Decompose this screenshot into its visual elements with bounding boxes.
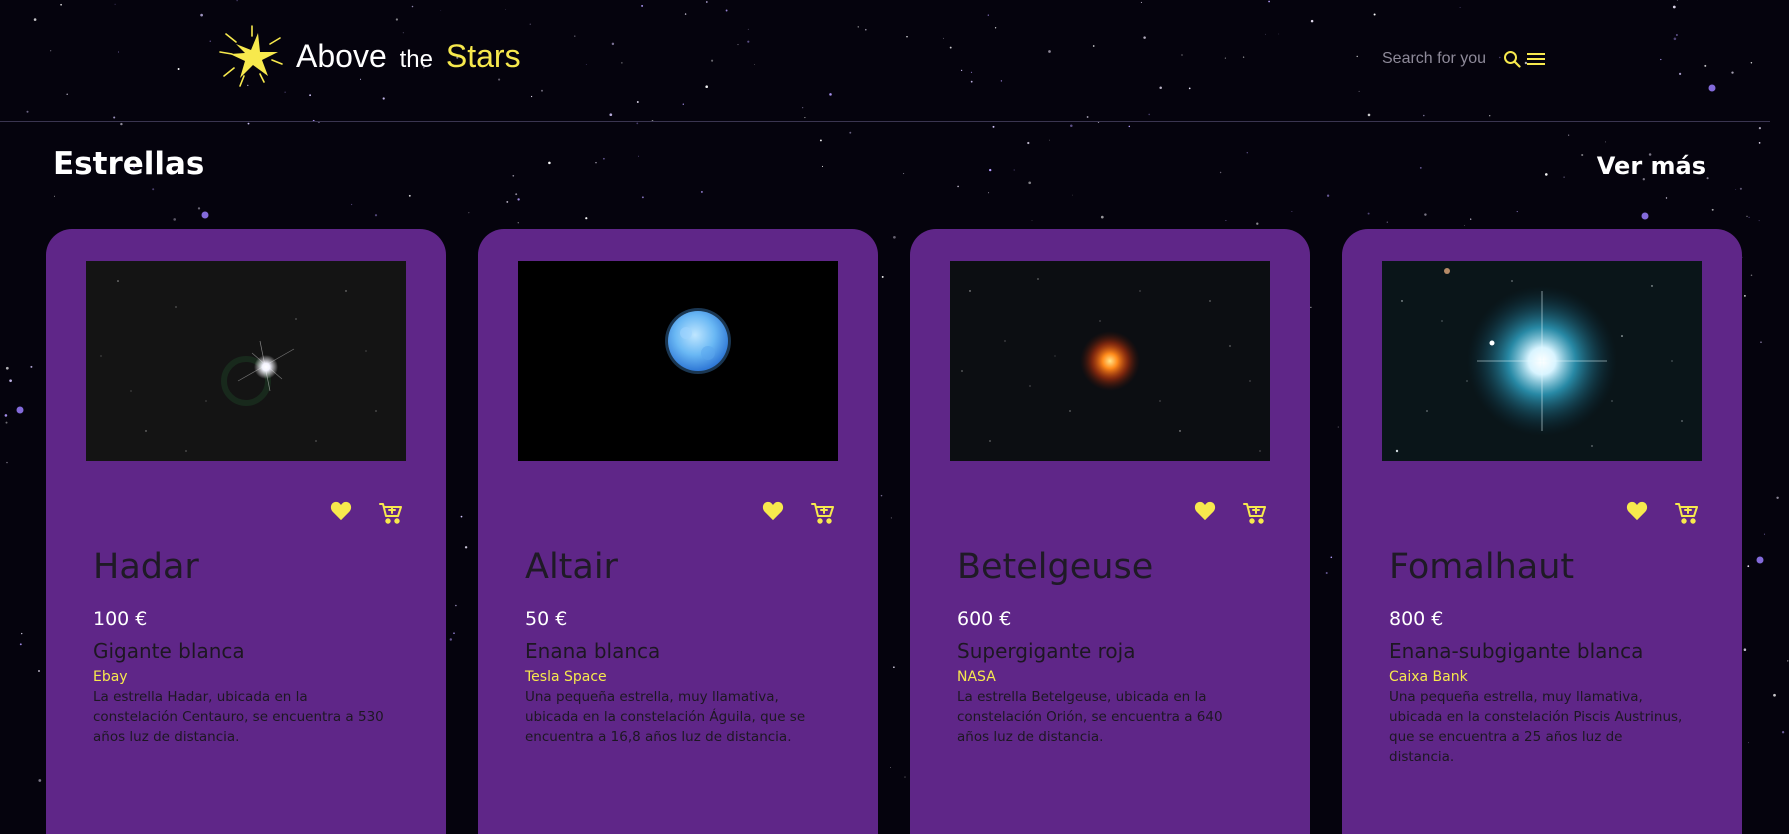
card-description: Una pequeña estrella, muy llamativa, ubi…	[525, 689, 806, 745]
card-seller: Tesla Space	[525, 669, 607, 685]
heart-icon[interactable]	[330, 501, 352, 525]
product-card-hadar[interactable]: Hadar 100 € Gigante blanca Ebay La estre…	[46, 229, 446, 834]
card-description: Una pequeña estrella, muy llamativa, ubi…	[1389, 689, 1683, 765]
card-name[interactable]: Fomalhaut	[1389, 547, 1574, 587]
red-star-photo	[950, 261, 1270, 461]
site-header: Above the Stars	[0, 0, 1770, 122]
card-price: 100 €	[93, 608, 148, 630]
section-title: Estrellas	[53, 146, 205, 182]
add-to-cart-icon[interactable]	[1675, 501, 1699, 525]
product-card-altair[interactable]: Altair 50 € Enana blanca Tesla Space Una…	[478, 229, 878, 834]
add-to-cart-icon[interactable]	[811, 501, 835, 525]
product-card-betelgeuse[interactable]: Betelgeuse 600 € Supergigante roja NASA …	[910, 229, 1310, 834]
see-more-link[interactable]: Ver más	[1597, 152, 1706, 180]
card-type: Enana blanca	[525, 639, 661, 663]
card-description: La estrella Hadar, ubicada en la constel…	[93, 689, 384, 745]
card-name[interactable]: Hadar	[93, 547, 199, 587]
card-price: 50 €	[525, 608, 568, 630]
product-card-fomalhaut[interactable]: Fomalhaut 800 € Enana-subgigante blanca …	[1342, 229, 1742, 834]
card-image	[1382, 261, 1702, 461]
card-seller: Ebay	[93, 669, 128, 685]
card-image	[950, 261, 1270, 461]
logo[interactable]: Above the Stars	[218, 24, 521, 88]
card-price: 600 €	[957, 608, 1012, 630]
card-description: La estrella Betelgeuse, ubicada en la co…	[957, 689, 1223, 745]
add-to-cart-icon[interactable]	[379, 501, 403, 525]
card-name[interactable]: Altair	[525, 547, 618, 587]
card-seller: Caixa Bank	[1389, 669, 1468, 685]
brand-word-the: the	[399, 45, 433, 73]
blue-star-disc-photo	[518, 261, 838, 461]
star-burst-icon	[219, 25, 283, 87]
card-price: 800 €	[1389, 608, 1444, 630]
card-type: Gigante blanca	[93, 639, 245, 663]
card-actions	[1626, 501, 1699, 525]
search-area	[1382, 50, 1546, 68]
card-image	[86, 261, 406, 461]
white-star-photo	[86, 261, 406, 461]
card-image	[518, 261, 838, 461]
card-type: Enana-subgigante blanca	[1389, 639, 1644, 663]
hamburger-menu-icon[interactable]	[1526, 50, 1546, 68]
brand-word-above: Above	[296, 37, 387, 74]
card-actions	[762, 501, 835, 525]
add-to-cart-icon[interactable]	[1243, 501, 1267, 525]
brand-name: Above the Stars	[296, 38, 521, 75]
heart-icon[interactable]	[1194, 501, 1216, 525]
card-name[interactable]: Betelgeuse	[957, 547, 1153, 587]
search-input[interactable]	[1382, 50, 1498, 68]
brand-word-stars: Stars	[445, 37, 521, 74]
blue-white-star-photo	[1382, 261, 1702, 461]
heart-icon[interactable]	[1626, 501, 1648, 525]
card-type: Supergigante roja	[957, 639, 1136, 663]
heart-icon[interactable]	[762, 501, 784, 525]
card-actions	[1194, 501, 1267, 525]
card-seller: NASA	[957, 669, 996, 685]
search-icon[interactable]	[1503, 50, 1521, 68]
card-actions	[330, 501, 403, 525]
